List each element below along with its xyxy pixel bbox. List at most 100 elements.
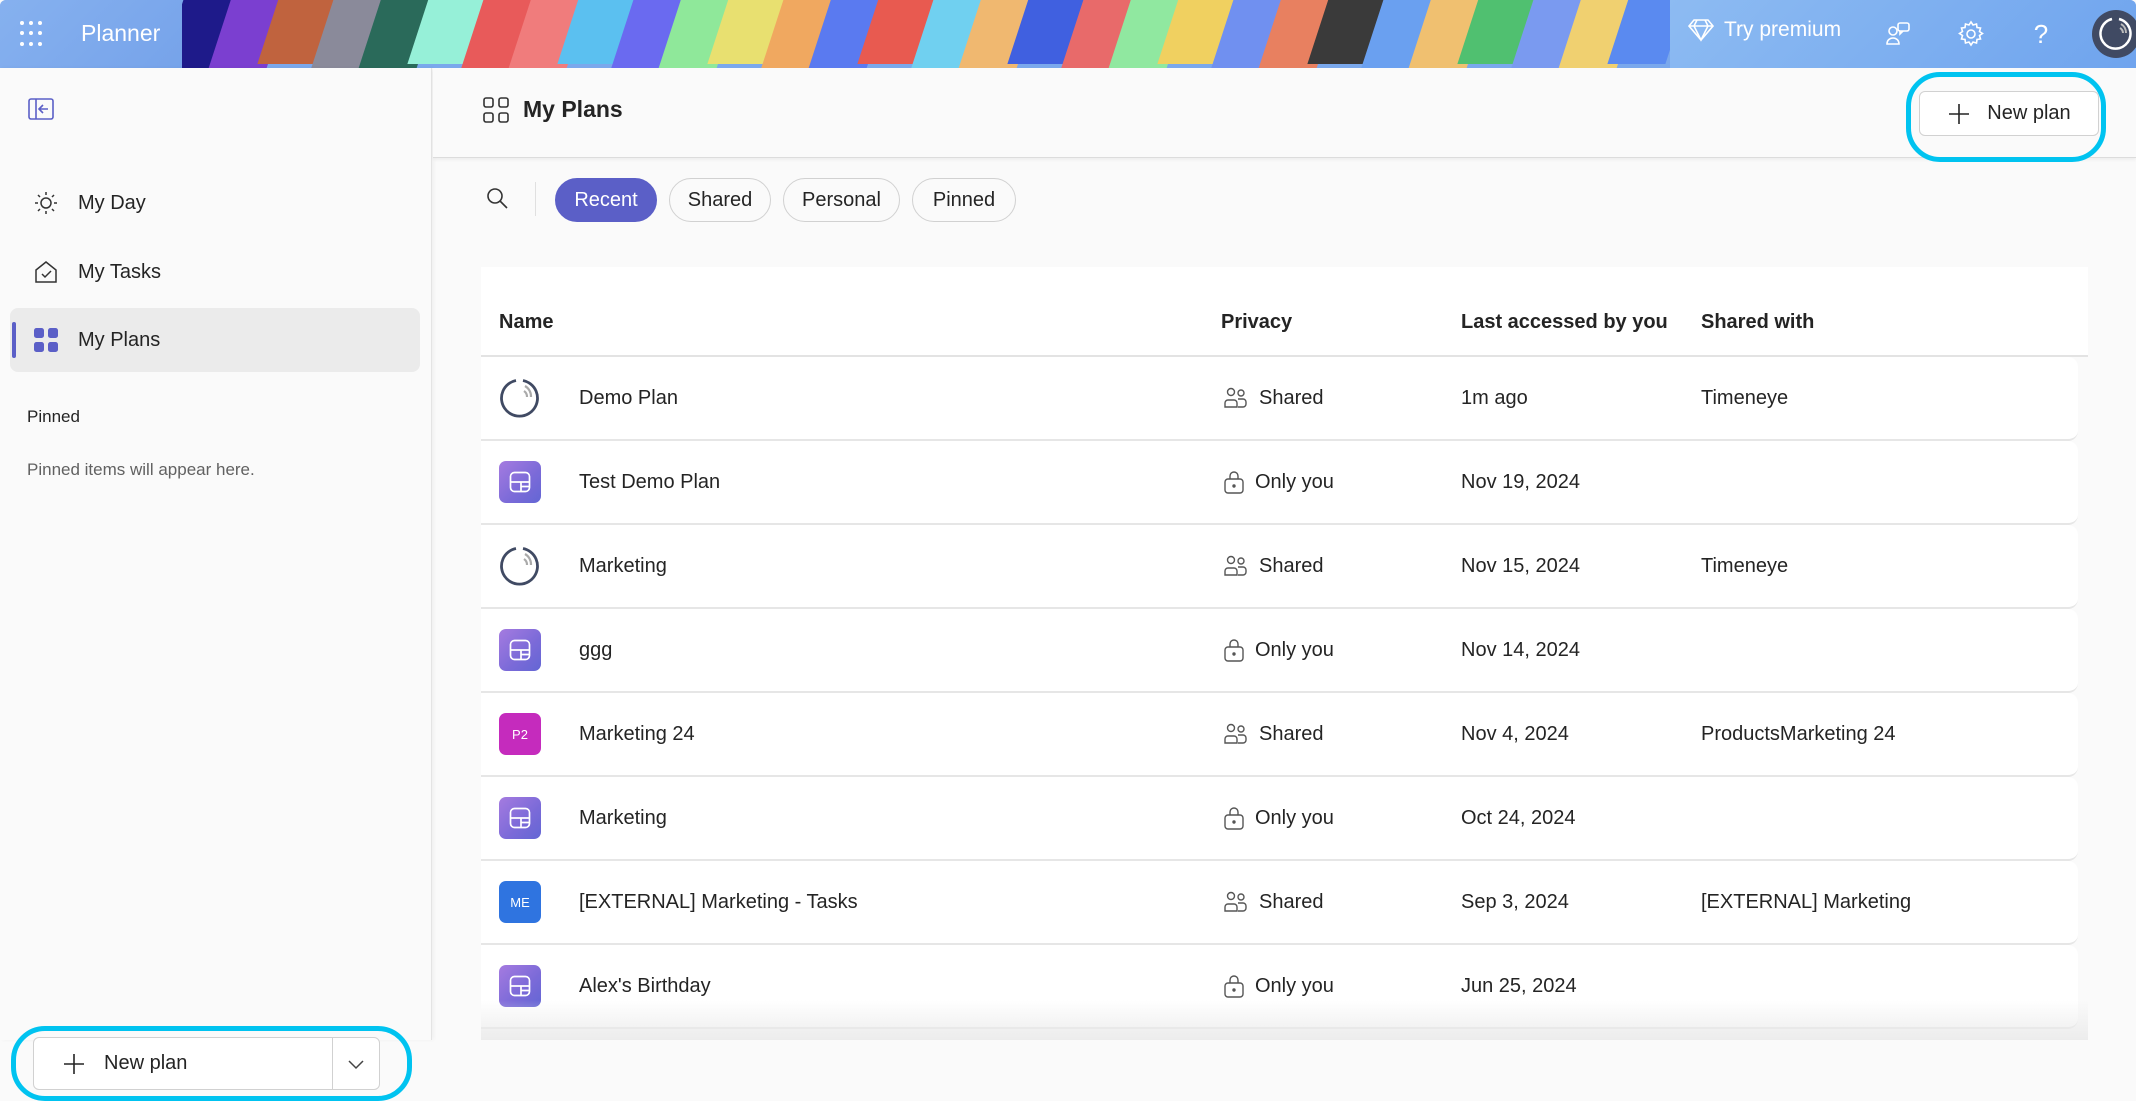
grid-outline-icon	[483, 96, 509, 123]
privacy-cell: Only you	[1223, 609, 1334, 691]
column-header-shared-with[interactable]: Shared with	[1701, 311, 1814, 334]
sidebar-new-plan-button[interactable]: New plan	[34, 1038, 332, 1089]
help-icon[interactable]: ?	[2025, 18, 2057, 50]
last-accessed: Nov 4, 2024	[1461, 722, 1569, 745]
settings-gear-icon[interactable]	[1955, 18, 1987, 50]
lock-icon	[1224, 639, 1244, 662]
plan-icon-board	[499, 797, 541, 839]
plan-icon-loop	[499, 545, 541, 587]
filter-chip-shared[interactable]: Shared	[669, 178, 771, 222]
plus-icon	[64, 1053, 84, 1074]
table-header: Name Privacy Last accessed by you Shared…	[481, 267, 2088, 357]
table-row[interactable]: ME [EXTERNAL] Marketing - Tasks Shared S…	[481, 861, 2078, 945]
table-row[interactable]: Marketing Shared Nov 15, 2024 Timeneye	[481, 525, 2078, 609]
privacy-label: Only you	[1255, 638, 1334, 661]
sidebar: My Day My Tasks My Plans Pinned Pinned i…	[0, 68, 432, 1101]
pinned-empty-text: Pinned items will appear here.	[27, 460, 255, 479]
plan-name[interactable]: Alex's Birthday	[579, 945, 711, 1027]
divider	[535, 182, 536, 216]
last-accessed: Oct 24, 2024	[1461, 806, 1576, 829]
loop-logo-icon	[2099, 17, 2132, 50]
sun-icon	[32, 189, 60, 217]
filter-chip-recent[interactable]: Recent	[555, 178, 657, 222]
sidebar-new-plan-split-button: New plan	[33, 1037, 380, 1090]
table-row[interactable]: Alex's Birthday Only you Jun 25, 2024	[481, 945, 2078, 1029]
shared-people-icon	[1224, 555, 1247, 576]
table-row[interactable]: Marketing Only you Oct 24, 2024	[481, 777, 2078, 861]
diamond-icon	[1688, 19, 1714, 42]
last-accessed: Jun 25, 2024	[1461, 974, 1577, 997]
table-row[interactable]: ggg Only you Nov 14, 2024	[481, 609, 2078, 693]
last-accessed: Nov 19, 2024	[1461, 470, 1580, 493]
sidebar-item-my-tasks[interactable]: My Tasks	[10, 240, 420, 304]
column-header-last-accessed[interactable]: Last accessed by you	[1461, 311, 1668, 334]
privacy-cell: Shared	[1223, 693, 1324, 775]
privacy-label: Only you	[1255, 974, 1334, 997]
plan-icon-initials: ME	[499, 881, 541, 923]
feedback-icon[interactable]	[1882, 18, 1914, 50]
plan-icon-board	[499, 965, 541, 1007]
table-row[interactable]: Demo Plan Shared 1m ago Timeneye	[481, 357, 2078, 441]
app-launcher-icon[interactable]	[20, 21, 46, 47]
sidebar-item-my-day[interactable]: My Day	[10, 171, 420, 235]
plan-initials: ME	[510, 894, 530, 910]
table-body: Demo Plan Shared 1m ago Timeneye Test De…	[481, 357, 2088, 1029]
filter-chip-personal[interactable]: Personal	[783, 178, 900, 222]
active-indicator	[12, 322, 16, 358]
grid-icon	[32, 326, 60, 354]
filter-chip-pinned[interactable]: Pinned	[912, 178, 1016, 222]
chevron-down-icon	[348, 1059, 364, 1069]
column-header-privacy[interactable]: Privacy	[1221, 311, 1292, 334]
privacy-label: Only you	[1255, 806, 1334, 829]
new-plan-button[interactable]: New plan	[1919, 91, 2099, 136]
plan-icon-board	[499, 461, 541, 503]
privacy-cell: Only you	[1223, 945, 1334, 1027]
privacy-cell: Only you	[1223, 441, 1334, 523]
shared-people-icon	[1224, 387, 1247, 408]
table-row[interactable]: Test Demo Plan Only you Nov 19, 2024	[481, 441, 2078, 525]
privacy-cell: Shared	[1223, 525, 1324, 607]
last-accessed: 1m ago	[1461, 386, 1528, 409]
board-icon	[509, 807, 531, 829]
shared-with: Timeneye	[1701, 554, 1789, 577]
shared-people-icon	[1224, 723, 1247, 744]
board-icon	[509, 975, 531, 997]
shared-with: ProductsMarketing 24	[1701, 722, 1896, 745]
privacy-label: Shared	[1259, 554, 1324, 577]
app-header: Planner Try premium ?	[0, 0, 2136, 68]
new-plan-label: New plan	[1987, 102, 2071, 124]
plan-name[interactable]: Marketing	[579, 777, 667, 859]
table-row[interactable]: P2 Marketing 24 Shared Nov 4, 2024 Produ…	[481, 693, 2078, 777]
privacy-label: Only you	[1255, 470, 1334, 493]
try-premium-button[interactable]: Try premium	[1688, 18, 1841, 42]
privacy-label: Shared	[1259, 722, 1324, 745]
lock-icon	[1224, 975, 1244, 998]
plan-name[interactable]: Test Demo Plan	[579, 441, 720, 523]
new-plan-label: New plan	[104, 1052, 188, 1074]
plan-name[interactable]: [EXTERNAL] Marketing - Tasks	[579, 861, 858, 943]
lock-icon	[1224, 807, 1244, 830]
sidebar-item-my-plans[interactable]: My Plans	[10, 308, 420, 372]
account-avatar[interactable]	[2092, 10, 2136, 58]
column-header-name[interactable]: Name	[499, 311, 553, 334]
plan-name[interactable]: Marketing	[579, 525, 667, 607]
privacy-label: Shared	[1259, 890, 1324, 913]
plan-icon-loop	[499, 377, 541, 419]
plan-name[interactable]: ggg	[579, 609, 612, 691]
plan-name[interactable]: Marketing 24	[579, 693, 695, 775]
shared-with: [EXTERNAL] Marketing	[1701, 890, 1912, 913]
collapse-sidebar-icon[interactable]	[28, 98, 56, 122]
search-icon[interactable]	[485, 186, 509, 215]
loop-icon	[500, 547, 539, 586]
plan-name[interactable]: Demo Plan	[579, 357, 678, 439]
shared-people-icon	[1224, 891, 1247, 912]
last-accessed: Nov 14, 2024	[1461, 638, 1580, 661]
sidebar-item-label: My Day	[78, 191, 146, 214]
new-plan-dropdown-button[interactable]	[332, 1038, 379, 1089]
last-accessed: Nov 15, 2024	[1461, 554, 1580, 577]
privacy-cell: Only you	[1223, 777, 1334, 859]
privacy-cell: Shared	[1223, 357, 1324, 439]
plan-icon-board	[499, 629, 541, 671]
page-title-text: My Plans	[523, 96, 623, 122]
lock-icon	[1224, 471, 1244, 494]
